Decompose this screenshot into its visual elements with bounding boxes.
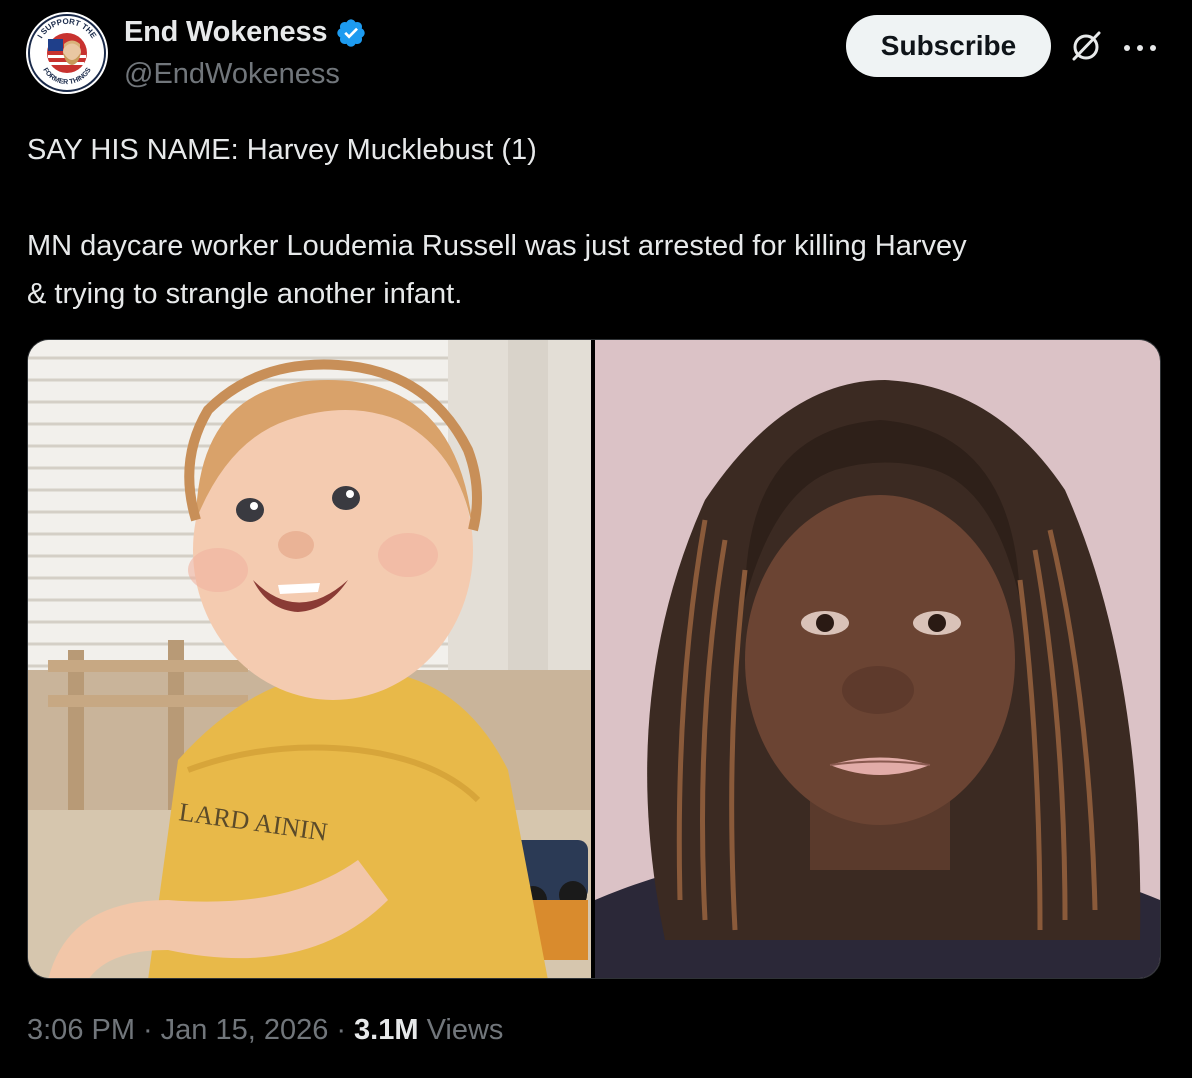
- tweet-meta: 3:06 PM · Jan 15, 2026 · 3.1M Views: [27, 1014, 503, 1047]
- grok-icon[interactable]: [1066, 26, 1106, 66]
- badge-logo-icon: I SUPPORT THE FORMER THINGS: [27, 13, 107, 93]
- tweet-time[interactable]: 3:06 PM: [27, 1014, 135, 1047]
- tweet-line-3: & trying to strangle another infant.: [27, 278, 463, 310]
- meta-separator: ·: [336, 1014, 347, 1046]
- media-grid[interactable]: LARD AININ: [27, 339, 1161, 979]
- photo-infant[interactable]: LARD AININ: [28, 340, 591, 978]
- display-name[interactable]: End Wokeness: [124, 16, 328, 49]
- tweet-date[interactable]: Jan 15, 2026: [161, 1014, 329, 1047]
- infant-photo-image: LARD AININ: [28, 340, 591, 978]
- verified-badge-icon[interactable]: [335, 17, 367, 49]
- meta-separator: ·: [143, 1014, 153, 1046]
- author-name-row[interactable]: End Wokeness: [124, 16, 367, 49]
- tweet-line-2: MN daycare worker Loudemia Russell was j…: [27, 230, 967, 262]
- author-handle[interactable]: @EndWokeness: [124, 58, 340, 91]
- more-dots-icon[interactable]: [1122, 40, 1158, 51]
- subscribe-button[interactable]: Subscribe: [846, 15, 1051, 77]
- views-count[interactable]: 3.1M: [354, 1014, 418, 1046]
- tweet-text: SAY HIS NAME: Harvey Mucklebust (1) MN d…: [27, 126, 1167, 318]
- views-label[interactable]: Views: [427, 1014, 504, 1046]
- avatar[interactable]: I SUPPORT THE FORMER THINGS: [26, 12, 108, 94]
- mugshot-photo-image: [595, 340, 1160, 978]
- photo-mugshot[interactable]: [595, 340, 1160, 978]
- tweet-line-1: SAY HIS NAME: Harvey Mucklebust (1): [27, 134, 537, 166]
